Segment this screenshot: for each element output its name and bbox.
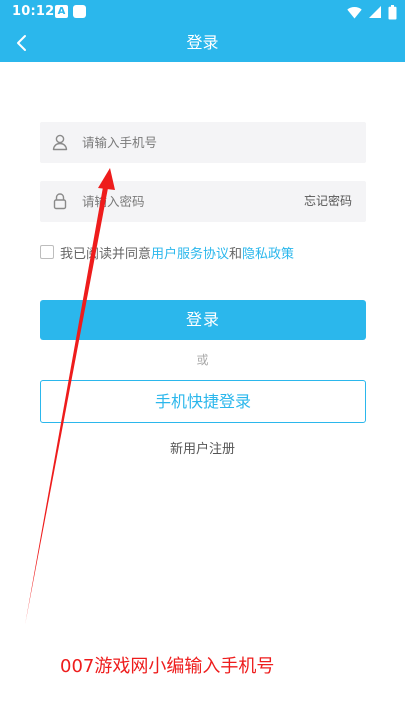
battery-icon	[388, 4, 397, 19]
wifi-icon	[347, 6, 362, 18]
agreement-checkbox[interactable]	[40, 245, 54, 259]
or-divider-text: 或	[196, 353, 209, 367]
agreement-prefix: 我已阅读并同意	[60, 246, 152, 262]
password-field: 忘记密码	[40, 181, 366, 222]
square-app-icon	[73, 5, 86, 18]
phone-input[interactable]	[82, 122, 352, 163]
status-icons	[347, 4, 397, 20]
privacy-policy-link[interactable]: 隐私政策	[242, 243, 294, 262]
login-button[interactable]: 登录	[40, 300, 366, 340]
agreement-row: 我已阅读并同意 用户服务协议 和 隐私政策	[40, 242, 294, 262]
forgot-password-link[interactable]: 忘记密码	[304, 181, 352, 222]
status-time: 10:12	[12, 4, 55, 19]
page-title: 登录	[186, 33, 219, 52]
agreement-conjunction: 和	[229, 246, 243, 262]
user-agreement-link[interactable]: 用户服务协议	[151, 243, 229, 262]
lock-icon	[53, 193, 67, 210]
status-bar: 10:12 A	[0, 0, 405, 24]
register-link[interactable]: 新用户注册	[0, 438, 405, 457]
phone-field	[40, 122, 366, 163]
app-a-icon: A	[55, 5, 68, 18]
password-input[interactable]	[82, 181, 282, 222]
top-app-bar: 登录	[0, 24, 405, 62]
signal-icon	[369, 6, 381, 18]
annotation-caption: 007游戏网小编输入手机号	[60, 656, 275, 677]
user-icon	[52, 134, 68, 151]
phone-quick-login-button[interactable]: 手机快捷登录	[40, 380, 366, 423]
